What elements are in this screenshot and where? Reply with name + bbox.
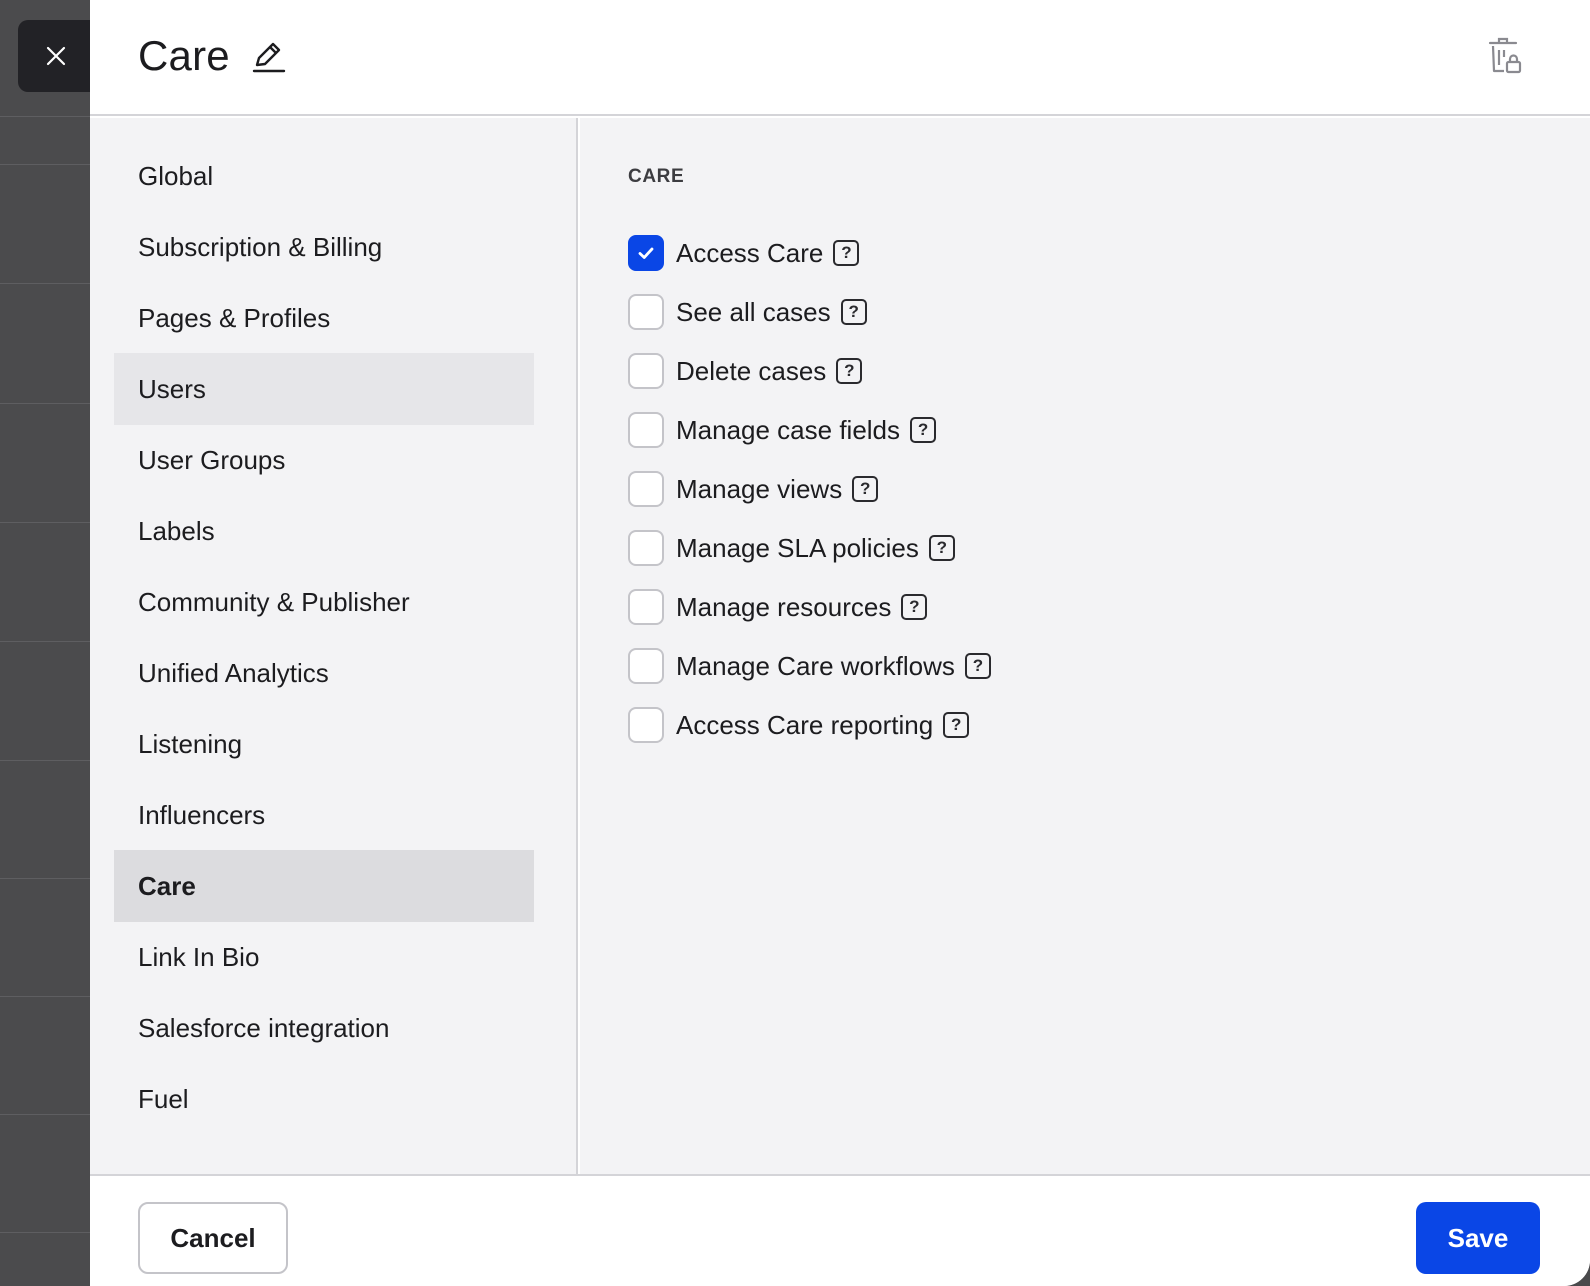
permission-row: Manage Care workflows ? [628, 647, 991, 685]
checkbox-access-care[interactable] [628, 235, 664, 271]
backdrop-divider [0, 1232, 92, 1233]
help-icon[interactable]: ? [928, 535, 955, 561]
close-panel-button[interactable] [18, 20, 94, 92]
nav-item-influencers[interactable]: Influencers [114, 779, 534, 851]
edit-group-panel: Care Global Subscription & Billing Pages… [90, 0, 1590, 1286]
checkbox-manage-care-workflows[interactable] [628, 648, 664, 684]
backdrop-divider [0, 1114, 92, 1115]
nav-item-community-publisher[interactable]: Community & Publisher [114, 566, 534, 638]
backdrop-divider [0, 116, 92, 117]
permission-label: See all cases [676, 296, 831, 327]
nav-item-unified-analytics[interactable]: Unified Analytics [114, 637, 534, 709]
nav-item-users[interactable]: Users [114, 353, 534, 425]
trash-lock-icon[interactable] [1488, 36, 1522, 74]
help-icon[interactable]: ? [901, 594, 928, 620]
pencil-icon[interactable] [250, 38, 286, 74]
permission-label: Manage SLA policies [676, 532, 919, 563]
panel-header: Care [90, 0, 1590, 116]
nav-item-pages-profiles[interactable]: Pages & Profiles [114, 282, 534, 354]
permission-row: Access Care ? [628, 234, 860, 272]
permission-row: Access Care reporting ? [628, 706, 970, 744]
backdrop-divider [0, 996, 92, 997]
nav-item-care[interactable]: Care [114, 850, 534, 922]
nav-item-fuel[interactable]: Fuel [114, 1063, 534, 1135]
cancel-button[interactable]: Cancel [138, 1202, 288, 1274]
help-icon[interactable]: ? [943, 712, 970, 738]
checkbox-see-all-cases[interactable] [628, 294, 664, 330]
nav-item-listening[interactable]: Listening [114, 708, 534, 780]
permission-row: Delete cases ? [628, 352, 863, 390]
permission-row: Manage views ? [628, 470, 879, 508]
checkbox-manage-resources[interactable] [628, 589, 664, 625]
section-heading: CARE [628, 166, 685, 187]
nav-item-subscription-billing[interactable]: Subscription & Billing [114, 211, 534, 283]
backdrop-divider [0, 760, 92, 761]
page-title: Care [138, 32, 230, 79]
help-icon[interactable]: ? [852, 476, 879, 502]
help-icon[interactable]: ? [836, 358, 863, 384]
help-icon[interactable]: ? [833, 240, 860, 266]
permission-label: Manage views [676, 473, 843, 504]
checkbox-delete-cases[interactable] [628, 353, 664, 389]
permission-label: Access Care [676, 237, 824, 268]
permission-row: See all cases ? [628, 293, 867, 331]
backdrop-divider [0, 878, 92, 879]
help-icon[interactable]: ? [964, 653, 991, 679]
permission-label: Manage case fields [676, 414, 901, 445]
permission-row: Manage resources ? [628, 588, 928, 626]
nav-item-link-in-bio[interactable]: Link In Bio [114, 921, 534, 993]
backdrop-divider [0, 522, 92, 523]
save-button[interactable]: Save [1416, 1202, 1540, 1274]
checkbox-manage-sla-policies[interactable] [628, 530, 664, 566]
permission-row: Manage SLA policies ? [628, 529, 955, 567]
nav-item-labels[interactable]: Labels [114, 495, 534, 567]
backdrop-divider [0, 283, 92, 284]
panel-footer: Cancel Save [90, 1174, 1590, 1286]
close-icon [46, 46, 66, 66]
checkbox-access-care-reporting[interactable] [628, 707, 664, 743]
help-icon[interactable]: ? [840, 299, 867, 325]
checkmark-icon [638, 247, 654, 259]
permission-label: Delete cases [676, 355, 827, 386]
permission-label: Manage resources [676, 591, 892, 622]
nav-item-salesforce-integration[interactable]: Salesforce integration [114, 992, 534, 1064]
nav-item-global[interactable]: Global [114, 140, 534, 212]
backdrop-divider [0, 641, 92, 642]
checkbox-manage-case-fields[interactable] [628, 412, 664, 448]
permissions-content: CARE Access Care ? See all cases ? Delet… [580, 118, 1590, 1174]
backdrop-divider [0, 403, 92, 404]
page-backdrop [0, 0, 92, 1286]
permission-row: Manage case fields ? [628, 411, 937, 449]
permissions-nav: Global Subscription & Billing Pages & Pr… [90, 118, 578, 1174]
permission-label: Manage Care workflows [676, 650, 955, 681]
checkbox-manage-views[interactable] [628, 471, 664, 507]
backdrop-divider [0, 164, 92, 165]
help-icon[interactable]: ? [910, 417, 937, 443]
permission-label: Access Care reporting [676, 709, 934, 740]
nav-item-user-groups[interactable]: User Groups [114, 424, 534, 496]
